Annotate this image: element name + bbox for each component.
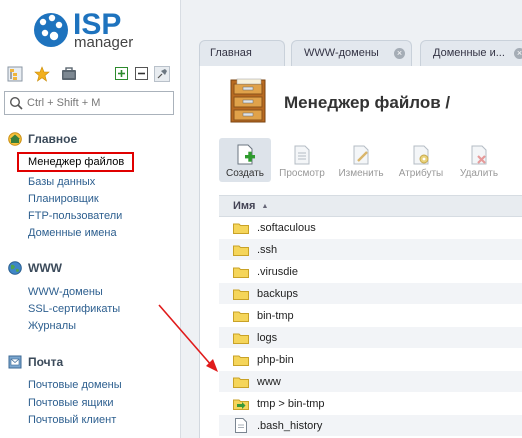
file-name: www xyxy=(257,376,281,388)
file-cabinet-icon xyxy=(230,78,266,123)
table-row[interactable]: .virusdie xyxy=(219,261,522,283)
table-row[interactable]: .bash_history xyxy=(219,415,522,437)
isp-manager-window: ISP manager Ctrl + Shift + M Главное Мен… xyxy=(0,0,522,438)
table-row[interactable]: .softaculous xyxy=(219,217,522,239)
edit-file-icon xyxy=(353,145,369,165)
main-panel: Главная WWW-домены × Доменные и... × Мен… xyxy=(181,0,522,438)
tab-domain-names[interactable]: Доменные и... × xyxy=(420,40,522,66)
sidebar-item-www-domains[interactable]: WWW-домены xyxy=(28,285,103,300)
view-file-icon xyxy=(294,145,310,165)
file-name: .bash_history xyxy=(257,420,323,432)
create-button[interactable]: Создать xyxy=(219,138,271,182)
folder-icon xyxy=(233,311,249,322)
edit-button[interactable]: Изменить xyxy=(332,138,390,182)
folder-link-icon xyxy=(233,399,249,410)
folder-icon xyxy=(233,223,249,234)
sidebar-item-mailboxes[interactable]: Почтовые ящики xyxy=(28,396,114,411)
table-row[interactable]: www xyxy=(219,371,522,393)
section-mail[interactable]: Почта xyxy=(8,353,63,371)
mailbox-icon xyxy=(8,355,22,369)
delete-button[interactable]: Удалить xyxy=(451,138,507,182)
file-name: .ssh xyxy=(257,244,278,256)
delete-button-label: Удалить xyxy=(459,168,499,179)
tab-www-domains-label: WWW-домены xyxy=(304,47,379,59)
table-row[interactable]: backups xyxy=(219,283,522,305)
folder-icon xyxy=(233,289,249,300)
file-name: logs xyxy=(257,332,278,344)
attributes-button-label: Атрибуты xyxy=(398,168,444,179)
column-header-name-label: Имя xyxy=(233,200,256,212)
sort-ascending-icon: ▲ xyxy=(261,203,269,210)
edit-button-label: Изменить xyxy=(338,168,384,179)
tab-domain-names-label: Доменные и... xyxy=(433,47,505,59)
sidebar-toolbar xyxy=(0,60,181,88)
tab-home-label: Главная xyxy=(210,47,252,59)
sidebar-item-mail-domains[interactable]: Почтовые домены xyxy=(28,378,122,393)
logo[interactable]: ISP manager xyxy=(33,8,173,54)
folder-icon xyxy=(233,333,249,344)
sidebar-item-mail-client[interactable]: Почтовый клиент xyxy=(28,413,116,428)
sidebar-item-logs[interactable]: Журналы xyxy=(28,319,76,334)
new-file-icon xyxy=(237,144,255,165)
sidebar-item-domain-names[interactable]: Доменные имена xyxy=(28,226,117,241)
tree-view-icon[interactable] xyxy=(7,66,23,82)
folder-icon xyxy=(233,377,249,388)
table-row[interactable]: bin-tmp xyxy=(219,305,522,327)
logo-icon xyxy=(34,13,68,47)
folder-icon xyxy=(233,355,249,366)
tab-close-icon[interactable]: × xyxy=(514,48,522,59)
collapse-all-icon[interactable] xyxy=(135,67,148,80)
file-table-body: .softaculous .ssh .virusdie backups bin-tmp l… xyxy=(219,217,522,437)
table-row[interactable]: .ssh xyxy=(219,239,522,261)
folder-icon xyxy=(233,245,249,256)
home-globe-icon xyxy=(8,132,22,146)
attributes-file-icon xyxy=(413,145,429,165)
logo-product: manager xyxy=(74,34,134,51)
section-www-title: WWW xyxy=(28,261,62,275)
file-table: Имя ▲ .softaculous .ssh .virusdie backups bi… xyxy=(219,195,522,437)
expand-all-icon[interactable] xyxy=(115,67,128,80)
table-row[interactable]: tmp > bin-tmp xyxy=(219,393,522,415)
file-name: tmp > bin-tmp xyxy=(257,398,325,410)
delete-file-icon xyxy=(471,145,487,165)
section-main-title: Главное xyxy=(28,132,78,146)
tab-www-domains[interactable]: WWW-домены × xyxy=(291,40,412,66)
folder-icon xyxy=(233,267,249,278)
sidebar-item-scheduler[interactable]: Планировщик xyxy=(28,192,99,207)
file-name: php-bin xyxy=(257,354,294,366)
column-header-name[interactable]: Имя ▲ xyxy=(219,195,522,217)
sidebar-item-ssl-certificates[interactable]: SSL-сертификаты xyxy=(28,302,120,317)
section-main[interactable]: Главное xyxy=(8,130,77,148)
sidebar-item-file-manager[interactable]: Менеджер файлов xyxy=(17,152,135,172)
table-row[interactable]: php-bin xyxy=(219,349,522,371)
view-button-label: Просмотр xyxy=(279,168,325,179)
tab-bar: Главная WWW-домены × Доменные и... × xyxy=(181,40,522,66)
sidebar-item-ftp-users[interactable]: FTP-пользователи xyxy=(28,209,122,224)
file-name: .virusdie xyxy=(257,266,298,278)
table-row[interactable]: logs xyxy=(219,327,522,349)
search-box xyxy=(4,91,174,115)
favorites-star-icon[interactable] xyxy=(34,66,50,82)
file-manager-content: Менеджер файлов / Создать Просмотр Измен… xyxy=(199,66,522,438)
globe-icon xyxy=(8,261,22,275)
search-icon xyxy=(9,96,23,110)
file-name: backups xyxy=(257,288,298,300)
pin-icon[interactable] xyxy=(154,66,170,82)
sidebar: ISP manager Ctrl + Shift + M Главное Мен… xyxy=(0,0,181,438)
create-button-label: Создать xyxy=(225,168,264,179)
section-www[interactable]: WWW xyxy=(8,259,62,277)
file-name: bin-tmp xyxy=(257,310,294,322)
tab-home[interactable]: Главная xyxy=(199,40,285,66)
file-icon xyxy=(235,418,247,433)
search-input[interactable] xyxy=(27,95,167,111)
page-title: Менеджер файлов / xyxy=(284,93,451,112)
attributes-button[interactable]: Атрибуты xyxy=(392,138,450,182)
sidebar-item-databases[interactable]: Базы данных xyxy=(28,175,95,190)
tab-close-icon[interactable]: × xyxy=(394,48,405,59)
file-name: .softaculous xyxy=(257,222,316,234)
briefcase-icon[interactable] xyxy=(61,66,77,82)
section-mail-title: Почта xyxy=(28,355,64,369)
view-button[interactable]: Просмотр xyxy=(274,138,330,182)
